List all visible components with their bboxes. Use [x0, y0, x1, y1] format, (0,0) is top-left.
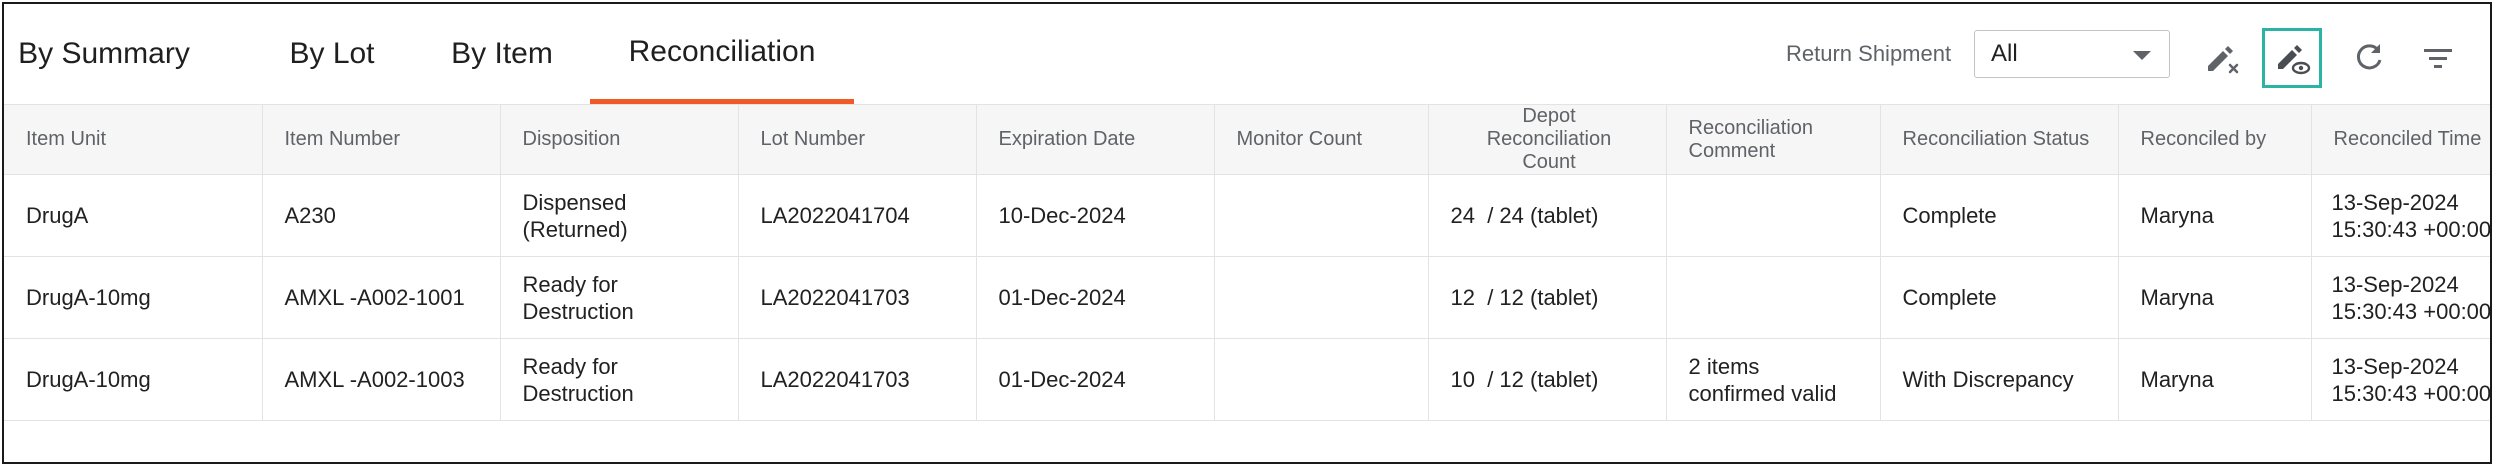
cell-depot-count: 10 / 12 (tablet) — [1427, 338, 1667, 421]
cell-reconciled-by: Maryna — [2117, 174, 2312, 257]
cell-monitor-count — [1213, 256, 1429, 339]
cell-item-number: AMXL -A002-1003 — [261, 338, 501, 421]
cell-item-unit: DrugA — [4, 174, 263, 257]
cell-comment — [1665, 256, 1881, 339]
edit-cancel-button[interactable] — [2192, 28, 2252, 88]
table-row[interactable]: DrugA A230 Dispensed (Returned) LA202204… — [4, 174, 2490, 257]
cell-reconciled-by: Maryna — [2117, 338, 2312, 421]
toolbar: By Summary By Lot By Item Reconciliation… — [4, 4, 2490, 104]
cell-depot-count: 24 / 24 (tablet) — [1427, 174, 1667, 257]
column-header[interactable]: Expiration Date — [975, 104, 1215, 175]
cell-lot-number: LA2022041703 — [737, 256, 977, 339]
column-header[interactable]: Depot Reconciliation Count — [1427, 104, 1667, 175]
column-header[interactable]: Item Number — [261, 104, 501, 175]
cell-reconciled-time: 13-Sep-2024 15:30:43 +00:00 — [2310, 338, 2490, 421]
return-shipment-value: All — [1991, 40, 2018, 67]
cell-reconciled-time: 13-Sep-2024 15:30:43 +00:00 — [2310, 174, 2490, 257]
tab-reconciliation[interactable]: Reconciliation — [590, 4, 854, 104]
cell-monitor-count — [1213, 174, 1429, 257]
filter-button[interactable] — [2408, 28, 2468, 88]
reconciliation-panel: By Summary By Lot By Item Reconciliation… — [2, 2, 2492, 464]
cell-status: Complete — [1879, 256, 2119, 339]
cell-item-number: AMXL -A002-1001 — [261, 256, 501, 339]
cell-disposition: Ready for Destruction — [499, 256, 739, 339]
edit-cancel-icon — [2208, 46, 2239, 74]
cell-expiration-date: 01-Dec-2024 — [975, 338, 1215, 421]
cell-reconciled-by: Maryna — [2117, 256, 2312, 339]
cell-reconciled-time: 13-Sep-2024 15:30:43 +00:00 — [2310, 256, 2490, 339]
cell-disposition: Ready for Destruction — [499, 338, 739, 421]
column-header[interactable]: Reconciliation Status — [1879, 104, 2119, 175]
cell-status: Complete — [1879, 174, 2119, 257]
tab-by-summary[interactable]: By Summary — [4, 4, 204, 104]
return-shipment-label: Return Shipment — [1786, 41, 1952, 66]
column-header[interactable]: Monitor Count — [1213, 104, 1429, 175]
cell-expiration-date: 01-Dec-2024 — [975, 256, 1215, 339]
table-row[interactable]: DrugA-10mg AMXL -A002-1001 Ready for Des… — [4, 256, 2490, 339]
cell-monitor-count — [1213, 338, 1429, 421]
column-header[interactable]: Reconciled Time — [2310, 104, 2490, 175]
cell-item-unit: DrugA-10mg — [4, 338, 263, 421]
cell-lot-number: LA2022041704 — [737, 174, 977, 257]
refresh-button[interactable] — [2339, 28, 2399, 88]
cell-comment: 2 items confirmed valid — [1665, 338, 1881, 421]
table-row[interactable]: DrugA-10mg AMXL -A002-1003 Ready for Des… — [4, 338, 2490, 421]
return-shipment-select[interactable]: All — [1974, 30, 2170, 78]
reconciliation-table: Item Unit Item Number Disposition Lot Nu… — [4, 104, 2490, 421]
cell-item-number: A230 — [261, 174, 501, 257]
table-header-row: Item Unit Item Number Disposition Lot Nu… — [4, 104, 2490, 175]
refresh-icon — [2356, 44, 2382, 70]
column-header[interactable]: Item Unit — [4, 104, 263, 175]
tab-by-item[interactable]: By Item — [414, 4, 590, 104]
edit-view-button[interactable] — [2262, 28, 2322, 88]
edit-view-icon — [2278, 45, 2311, 75]
filter-icon — [2424, 49, 2452, 68]
tab-by-lot[interactable]: By Lot — [244, 4, 420, 104]
cell-disposition: Dispensed (Returned) — [499, 174, 739, 257]
column-header[interactable]: Reconciled by — [2117, 104, 2312, 175]
cell-expiration-date: 10-Dec-2024 — [975, 174, 1215, 257]
cell-comment — [1665, 174, 1881, 257]
column-header[interactable]: Disposition — [499, 104, 739, 175]
cell-status: With Discrepancy — [1879, 338, 2119, 421]
column-header[interactable]: Reconciliation Comment — [1665, 104, 1881, 175]
column-header[interactable]: Lot Number — [737, 104, 977, 175]
cell-item-unit: DrugA-10mg — [4, 256, 263, 339]
cell-depot-count: 12 / 12 (tablet) — [1427, 256, 1667, 339]
cell-lot-number: LA2022041703 — [737, 338, 977, 421]
chevron-down-icon — [2133, 51, 2151, 60]
